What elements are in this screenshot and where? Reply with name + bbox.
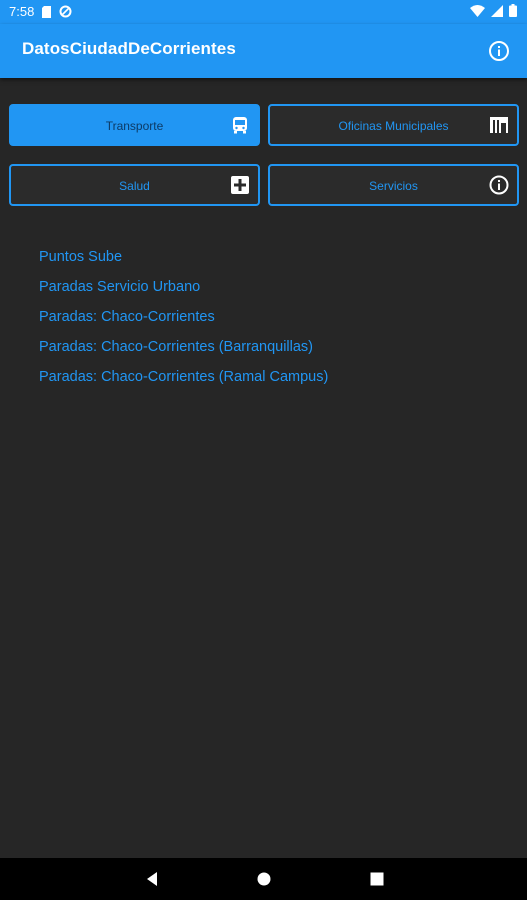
salud-button[interactable]: Salud	[9, 164, 260, 206]
transporte-label: Transporte	[105, 119, 164, 133]
building-icon	[490, 117, 508, 133]
salud-label: Salud	[119, 179, 150, 193]
status-time: 7:58	[9, 4, 35, 19]
signal-icon	[491, 4, 503, 17]
link-paradas-chaco-corrientes[interactable]: Paradas: Chaco-Corrientes	[39, 307, 328, 337]
oficinas-municipales-button[interactable]: Oficinas Municipales	[268, 104, 519, 146]
link-puntos-sube[interactable]: Puntos Sube	[39, 247, 328, 277]
sim-card-icon	[42, 5, 52, 18]
servicios-button[interactable]: Servicios	[268, 164, 519, 206]
app-bar: DatosCiudadDeCorrientes	[0, 24, 527, 78]
info-icon[interactable]	[488, 40, 510, 62]
info-icon	[489, 175, 509, 195]
system-nav-bar	[0, 858, 527, 900]
status-bar: 7:58	[0, 0, 527, 24]
link-paradas-servicio-urbano[interactable]: Paradas Servicio Urbano	[39, 277, 328, 307]
back-icon[interactable]	[145, 871, 159, 887]
data-saver-icon	[59, 5, 72, 18]
plus-box-icon	[231, 176, 249, 194]
link-paradas-barranquillas[interactable]: Paradas: Chaco-Corrientes (Barranquillas…	[39, 337, 328, 367]
battery-icon	[509, 4, 517, 17]
oficinas-municipales-label: Oficinas Municipales	[338, 119, 449, 133]
recents-icon[interactable]	[369, 871, 385, 887]
servicios-label: Servicios	[369, 179, 418, 193]
link-paradas-ramal-campus[interactable]: Paradas: Chaco-Corrientes (Ramal Campus)	[39, 367, 328, 397]
bus-icon	[233, 117, 247, 134]
home-icon[interactable]	[256, 871, 272, 887]
transporte-button[interactable]: Transporte	[9, 104, 260, 146]
app-title: DatosCiudadDeCorrientes	[22, 39, 236, 58]
transport-links-list: Puntos Sube Paradas Servicio Urbano Para…	[39, 247, 328, 397]
wifi-icon	[470, 4, 485, 17]
